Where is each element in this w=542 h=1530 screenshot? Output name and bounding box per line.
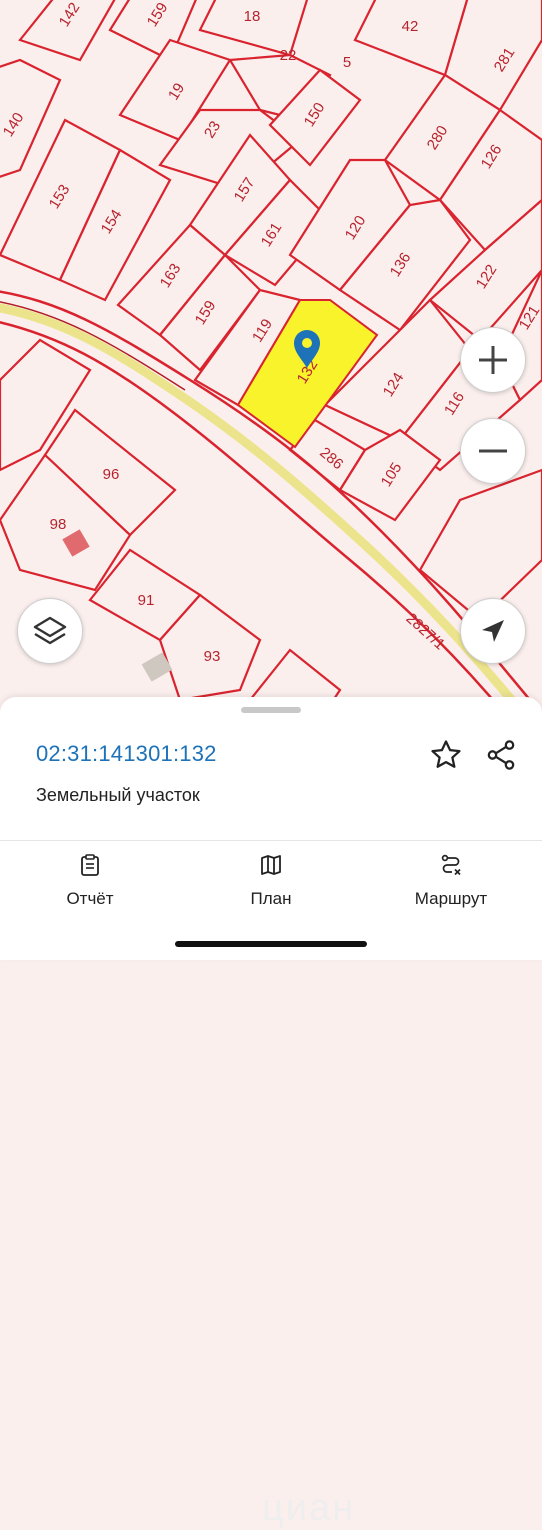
locate-button[interactable] [460,598,526,664]
route-icon [441,854,461,876]
favorite-button[interactable] [426,735,466,775]
report-clipboard-icon [81,854,99,876]
tab-plan-label: План [250,889,292,908]
tab-report-label: Отчёт [66,889,114,908]
share-icon [487,740,515,770]
navigation-arrow-icon [482,620,504,642]
cadastral-number[interactable]: 02:31:141301:132 [36,741,217,767]
plus-icon [479,346,507,374]
zoom-out-button[interactable] [460,418,526,484]
sheet-drag-handle[interactable] [241,707,301,713]
plot-label: 18 [244,8,261,25]
object-type: Земельный участок [36,785,200,805]
plot-label: 5 [343,54,351,71]
tab-report[interactable]: Отчёт [20,841,160,921]
home-indicator [175,941,367,947]
bottom-tab-bar: Отчёт План Маршрут [0,840,542,921]
plot-label: 42 [402,18,419,35]
zoom-in-button[interactable] [460,327,526,393]
minus-icon [479,449,507,453]
tab-plan[interactable]: План [201,841,341,921]
plot-label: 91 [138,592,155,609]
star-icon [431,740,461,768]
map-plan-icon [261,855,281,875]
watermark: циан [262,1487,356,1529]
layers-icon [33,616,67,645]
plot-label: 98 [50,516,67,533]
tab-route[interactable]: Маршрут [381,841,521,921]
plot-label: 22 [280,47,297,64]
plot-label: 93 [204,648,221,665]
share-button[interactable] [481,735,521,775]
plot-label: 96 [103,466,120,483]
layers-button[interactable] [17,598,83,664]
tab-route-label: Маршрут [414,889,488,908]
